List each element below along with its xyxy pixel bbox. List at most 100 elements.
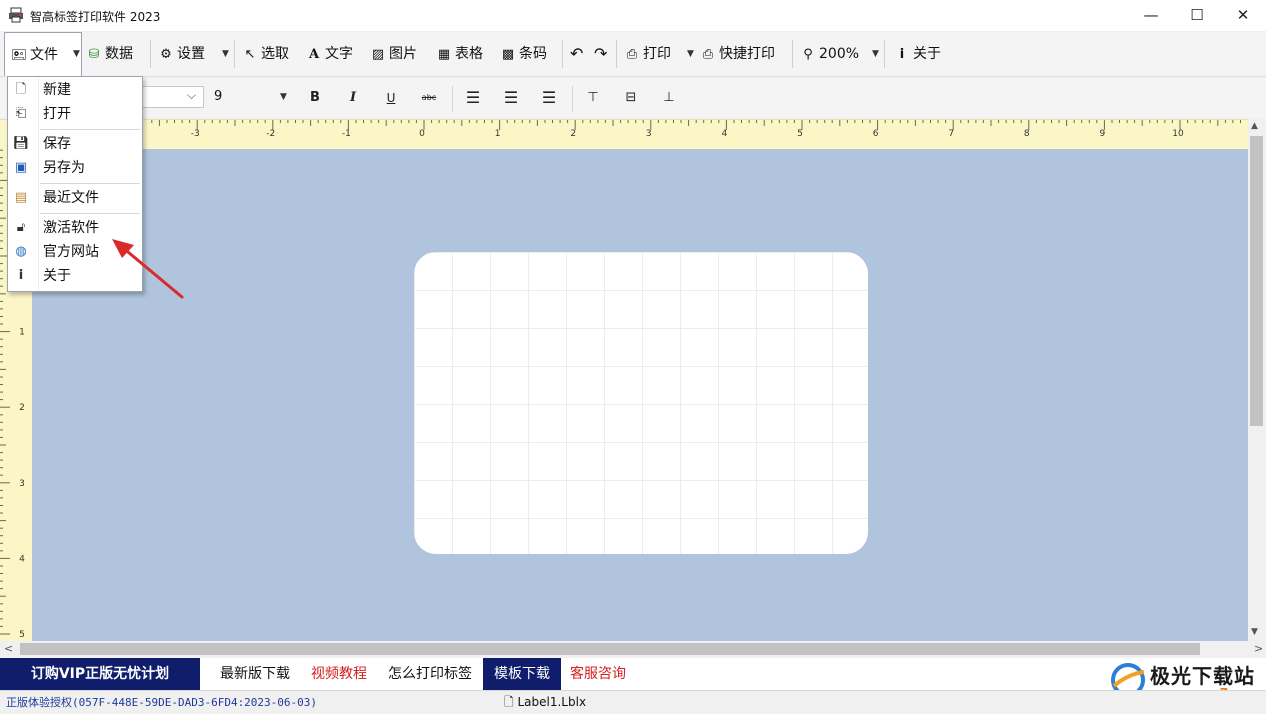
table-tool-button[interactable]: ▦ 表格 bbox=[436, 32, 483, 76]
toolbar-divider bbox=[792, 40, 793, 68]
scroll-left-icon[interactable]: < bbox=[4, 642, 13, 655]
menu-item-new[interactable]: 🗋 新建 bbox=[8, 78, 142, 102]
horizontal-ruler: -3 -2 -1 0 1 2 3 4 5 6 7 8 9 10 bbox=[0, 119, 1248, 150]
scroll-down-icon[interactable]: ▼ bbox=[1251, 627, 1258, 637]
zoom-dropdown-icon[interactable]: ▼ bbox=[872, 49, 879, 59]
align-center-icon: ☰ bbox=[503, 88, 519, 107]
info-icon: i bbox=[899, 47, 905, 62]
chevron-down-icon: ⌵ bbox=[187, 88, 197, 102]
vip-order-link[interactable]: 订购VIP正版无忧计划 bbox=[0, 658, 200, 690]
align-middle-icon: ⊟ bbox=[625, 90, 637, 105]
label-design-area[interactable] bbox=[414, 252, 868, 554]
ruler-label: 8 bbox=[1024, 129, 1030, 139]
ruler-label: 3 bbox=[646, 129, 652, 139]
redo-button[interactable]: ↷ bbox=[594, 32, 607, 76]
chevron-down-icon: ▼ bbox=[280, 92, 287, 102]
ruler-label: 1 bbox=[19, 328, 25, 338]
toolbar-divider bbox=[150, 40, 151, 68]
main-toolbar: 🖭 文件 ▼ ⛁ 数据 ⚙ 设置 ▼ ↖ 选取 A 文字 ▨ 图片 ▦ 表格 ▩ 条码 ↶ ↷ … bbox=[0, 32, 1266, 77]
align-right-button[interactable]: ☰ bbox=[536, 86, 562, 110]
zoom-icon: ⚲ bbox=[803, 47, 813, 62]
file-menu-button[interactable]: 🖭 文件 ▼ bbox=[4, 32, 82, 76]
data-icon: ⛁ bbox=[88, 47, 100, 62]
menu-item-save-as[interactable]: ▣ 另存为 bbox=[8, 156, 142, 180]
how-to-print-link[interactable]: 怎么打印标签 bbox=[388, 658, 472, 690]
ruler-label: 10 bbox=[1172, 129, 1184, 139]
scroll-up-icon[interactable]: ▲ bbox=[1251, 121, 1258, 131]
data-button[interactable]: ⛁ 数据 bbox=[86, 32, 133, 76]
ruler-label: 6 bbox=[873, 129, 879, 139]
file-icon: 🖭 bbox=[11, 48, 27, 63]
new-file-icon: 🗋 bbox=[15, 82, 27, 97]
ruler-label: 7 bbox=[948, 129, 954, 139]
align-center-button[interactable]: ☰ bbox=[498, 86, 524, 110]
gear-icon: ⚙ bbox=[160, 47, 172, 62]
about-button[interactable]: i 关于 bbox=[894, 32, 941, 76]
ruler-label: 2 bbox=[570, 129, 576, 139]
template-download-link[interactable]: 模板下载 bbox=[483, 658, 561, 690]
align-top-button[interactable]: ⊤ bbox=[580, 86, 606, 110]
close-button[interactable]: ✕ bbox=[1220, 0, 1266, 31]
ruler-label: 1 bbox=[495, 129, 501, 139]
menu-item-save[interactable]: 💾︎ 保存 bbox=[8, 132, 142, 156]
menu-divider bbox=[40, 213, 140, 214]
italic-button[interactable]: I bbox=[340, 86, 366, 110]
align-top-icon: ⊤ bbox=[587, 90, 599, 105]
scroll-right-icon[interactable]: > bbox=[1254, 642, 1263, 655]
undo-button[interactable]: ↶ bbox=[570, 32, 583, 76]
vertical-scroll-thumb[interactable] bbox=[1250, 136, 1263, 426]
chevron-down-icon[interactable]: ▼ bbox=[73, 49, 80, 59]
image-tool-button[interactable]: ▨ 图片 bbox=[370, 32, 417, 76]
ruler-label: 5 bbox=[797, 129, 803, 139]
customer-service-link[interactable]: 客服咨询 bbox=[570, 658, 626, 690]
ruler-label: 5 bbox=[19, 630, 25, 640]
bold-button[interactable]: B bbox=[302, 86, 328, 110]
ruler-label: 4 bbox=[19, 554, 25, 564]
image-icon: ▨ bbox=[371, 47, 385, 62]
menu-item-recent-files[interactable]: ▤ 最近文件 bbox=[8, 186, 142, 210]
settings-button[interactable]: ⚙ 设置 bbox=[158, 32, 205, 76]
settings-dropdown-icon[interactable]: ▼ bbox=[222, 49, 229, 59]
ruler-label: 4 bbox=[722, 129, 728, 139]
ruler-label: -3 bbox=[191, 129, 200, 139]
underline-button[interactable]: U bbox=[378, 86, 404, 110]
align-bottom-button[interactable]: ⊥ bbox=[656, 86, 682, 110]
print-button[interactable]: ⎙ 打印 bbox=[624, 32, 671, 76]
window-title: 智高标签打印软件 2023 bbox=[30, 10, 161, 24]
align-left-button[interactable]: ☰ bbox=[460, 86, 486, 110]
quick-print-icon: ⎙ bbox=[702, 47, 714, 62]
toolbar-divider bbox=[562, 40, 563, 68]
menu-item-open[interactable]: ⎗ 打开 bbox=[8, 102, 142, 126]
font-size-select[interactable]: 9 ▼ bbox=[210, 86, 290, 108]
document-name: Label1.Lblx bbox=[517, 695, 587, 709]
strikethrough-button[interactable]: abc bbox=[416, 86, 442, 110]
minimize-button[interactable]: — bbox=[1128, 0, 1174, 31]
ruler-label: -2 bbox=[266, 129, 275, 139]
toolbar-divider bbox=[234, 40, 235, 68]
align-middle-button[interactable]: ⊟ bbox=[618, 86, 644, 110]
annotation-arrow bbox=[112, 239, 184, 299]
ruler-label: 0 bbox=[419, 129, 425, 139]
document-tab[interactable]: 🗋 Label1.Lblx bbox=[504, 693, 586, 714]
horizontal-ruler-ticks: -3 -2 -1 0 1 2 3 4 5 6 7 8 9 10 bbox=[151, 120, 1241, 139]
redo-icon: ↷ bbox=[594, 44, 608, 63]
font-name-select[interactable]: ⌵ bbox=[140, 86, 204, 108]
save-as-icon: ▣ bbox=[14, 160, 28, 175]
video-tutorial-link[interactable]: 视频教程 bbox=[311, 658, 367, 690]
unlock-icon: 🔓︎ bbox=[16, 220, 26, 235]
print-dropdown-icon[interactable]: ▼ bbox=[687, 49, 694, 59]
maximize-button[interactable]: ☐ bbox=[1174, 0, 1220, 31]
quick-print-button[interactable]: ⎙ 快捷打印 bbox=[700, 32, 775, 76]
select-tool-button[interactable]: ↖ 选取 bbox=[242, 32, 289, 76]
open-icon: ⎗ bbox=[15, 106, 27, 121]
barcode-tool-button[interactable]: ▩ 条码 bbox=[500, 32, 547, 76]
zoom-button[interactable]: ⚲ 200% bbox=[800, 32, 859, 76]
latest-download-link[interactable]: 最新版下载 bbox=[220, 658, 290, 690]
cursor-icon: ↖ bbox=[244, 47, 256, 62]
table-icon: ▦ bbox=[437, 47, 451, 62]
save-icon: 💾︎ bbox=[12, 136, 30, 151]
undo-icon: ↶ bbox=[570, 44, 584, 63]
horizontal-scroll-thumb[interactable] bbox=[20, 643, 1200, 655]
text-tool-button[interactable]: A 文字 bbox=[306, 32, 353, 76]
recent-files-icon: ▤ bbox=[14, 190, 28, 205]
